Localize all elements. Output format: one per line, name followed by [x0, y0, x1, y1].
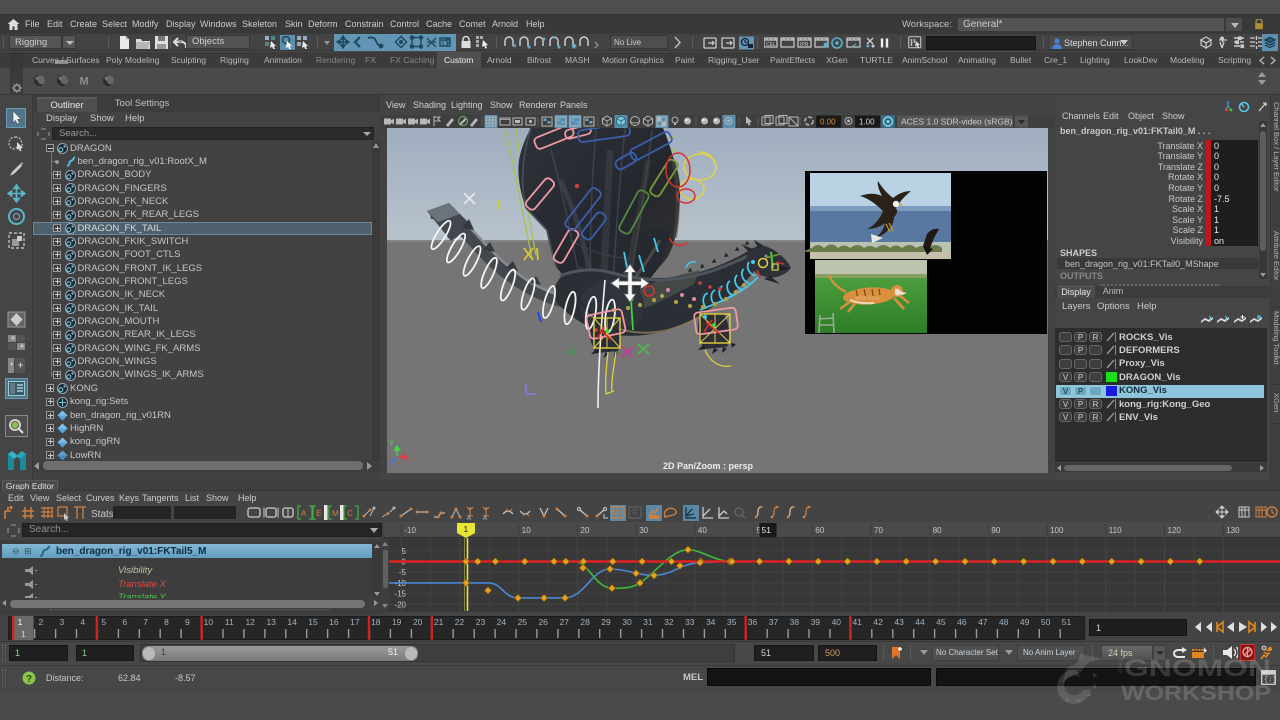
- svg-text:51: 51: [1062, 617, 1072, 627]
- svg-text:110: 110: [1109, 526, 1122, 535]
- svg-text:CEL: CEL: [766, 42, 776, 48]
- svg-text:10: 10: [522, 526, 531, 535]
- svg-text:1.00: 1.00: [859, 118, 875, 127]
- svg-text:40: 40: [832, 617, 842, 627]
- svg-text:45: 45: [936, 617, 946, 627]
- svg-text:2D Pan/Zoom : persp: 2D Pan/Zoom : persp: [663, 461, 754, 471]
- svg-text:-10: -10: [404, 526, 416, 535]
- svg-text:13: 13: [266, 617, 276, 627]
- svg-text:33: 33: [685, 617, 695, 627]
- svg-text:14: 14: [287, 617, 297, 627]
- svg-text:4: 4: [80, 617, 85, 627]
- svg-text:46: 46: [957, 617, 967, 627]
- svg-text:GNOMON: GNOMON: [1124, 655, 1271, 682]
- svg-text:21: 21: [434, 617, 444, 627]
- svg-text:80: 80: [933, 526, 942, 535]
- svg-text:5: 5: [101, 617, 106, 627]
- svg-text:ACES 1.0 SDR-video (sRGB): ACES 1.0 SDR-video (sRGB): [901, 117, 1013, 127]
- svg-text:12: 12: [245, 617, 255, 627]
- svg-text:10: 10: [204, 617, 214, 627]
- svg-text:C: C: [347, 509, 353, 518]
- svg-text:100: 100: [1050, 526, 1064, 535]
- svg-text:30: 30: [622, 617, 632, 627]
- svg-text:36: 36: [748, 617, 758, 627]
- svg-text:2: 2: [39, 617, 44, 627]
- svg-text:22: 22: [455, 617, 465, 627]
- svg-text:z: z: [388, 461, 392, 468]
- svg-text:-15: -15: [394, 590, 406, 599]
- svg-text:60: 60: [815, 526, 824, 535]
- svg-text:5: 5: [402, 547, 407, 556]
- svg-text:26: 26: [538, 617, 548, 627]
- svg-text:28: 28: [580, 617, 590, 627]
- svg-text:42: 42: [873, 617, 883, 627]
- svg-text:29: 29: [601, 617, 611, 627]
- svg-text:51: 51: [762, 525, 772, 535]
- svg-text:-20: -20: [394, 600, 406, 609]
- svg-text:70: 70: [874, 526, 883, 535]
- svg-text:15: 15: [308, 617, 318, 627]
- svg-text:34: 34: [706, 617, 716, 627]
- svg-text:35: 35: [727, 617, 737, 627]
- svg-text:23: 23: [476, 617, 486, 627]
- svg-text:0.00: 0.00: [820, 118, 836, 127]
- svg-text:THE: THE: [1116, 658, 1123, 674]
- svg-text:?: ?: [444, 36, 451, 49]
- svg-text:48: 48: [999, 617, 1009, 627]
- svg-text:7: 7: [143, 617, 148, 627]
- svg-text:8: 8: [164, 617, 169, 627]
- svg-text:20: 20: [581, 526, 590, 535]
- svg-text:40: 40: [698, 526, 707, 535]
- svg-text:30: 30: [639, 526, 648, 535]
- svg-text:20: 20: [413, 617, 423, 627]
- svg-text:49: 49: [1020, 617, 1030, 627]
- svg-text:27: 27: [559, 617, 569, 627]
- svg-text:Stats: Stats: [91, 509, 114, 520]
- svg-text:1: 1: [18, 617, 23, 627]
- svg-text:M: M: [80, 75, 89, 87]
- svg-text:16: 16: [329, 617, 339, 627]
- svg-text:50: 50: [1041, 617, 1051, 627]
- svg-text:6: 6: [122, 617, 127, 627]
- svg-text:37: 37: [769, 617, 779, 627]
- svg-text:39: 39: [811, 617, 821, 627]
- svg-text:3: 3: [60, 617, 65, 627]
- svg-text:1: 1: [21, 629, 26, 639]
- svg-text:y: y: [390, 439, 394, 446]
- svg-text:44: 44: [915, 617, 925, 627]
- svg-text:WORKSHOP: WORKSHOP: [1121, 682, 1271, 705]
- svg-text:19: 19: [392, 617, 402, 627]
- svg-text:wild view: wild view: [854, 296, 880, 302]
- svg-text:130: 130: [1226, 526, 1240, 535]
- svg-text:IPR: IPR: [800, 42, 809, 48]
- svg-text:E: E: [316, 509, 321, 518]
- svg-text:A: A: [301, 509, 307, 518]
- svg-text:9: 9: [185, 617, 190, 627]
- svg-text:-5: -5: [399, 568, 407, 577]
- svg-text:43: 43: [894, 617, 904, 627]
- svg-text:1: 1: [464, 524, 469, 534]
- svg-text:M: M: [332, 509, 339, 518]
- svg-text:38: 38: [790, 617, 800, 627]
- svg-text:120: 120: [1168, 526, 1182, 535]
- svg-text:47: 47: [978, 617, 988, 627]
- svg-text:41: 41: [852, 617, 862, 627]
- svg-text:?: ?: [26, 674, 32, 685]
- svg-text:90: 90: [991, 526, 1000, 535]
- svg-text:32: 32: [664, 617, 674, 627]
- svg-text:18: 18: [371, 617, 381, 627]
- svg-text:31: 31: [643, 617, 653, 627]
- svg-text:17: 17: [350, 617, 360, 627]
- svg-text:11: 11: [225, 617, 234, 627]
- svg-text:24: 24: [497, 617, 507, 627]
- svg-text:25: 25: [518, 617, 528, 627]
- svg-text:x: x: [409, 457, 413, 464]
